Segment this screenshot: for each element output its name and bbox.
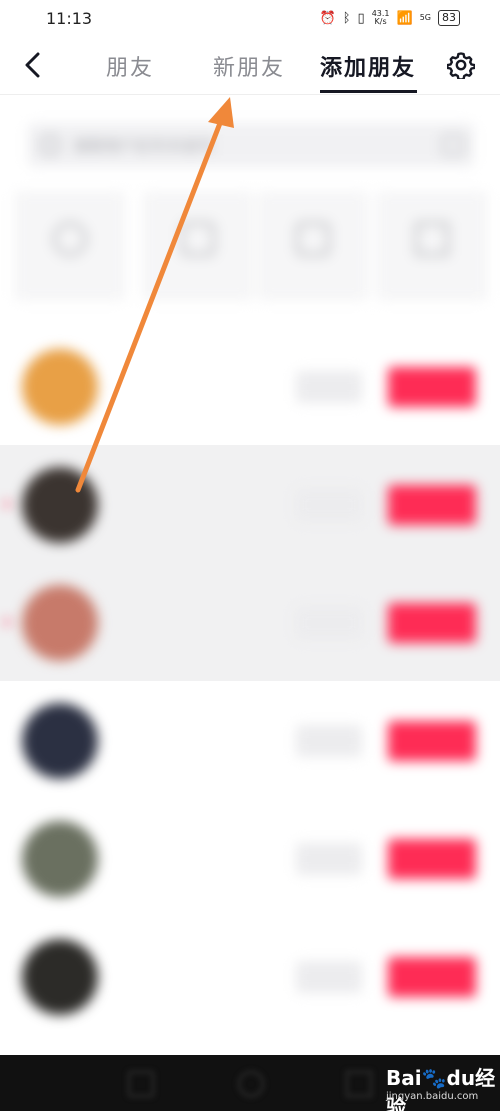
remove-button[interactable] bbox=[296, 489, 362, 521]
status-time: 11:13 bbox=[46, 8, 93, 28]
follow-button[interactable] bbox=[388, 603, 476, 643]
remove-button[interactable] bbox=[296, 607, 362, 639]
wifi-icon: 📶 bbox=[396, 10, 413, 26]
follow-button[interactable] bbox=[388, 485, 476, 525]
list-item[interactable] bbox=[0, 563, 500, 681]
watermark-url: jingyan.baidu.com bbox=[386, 1091, 479, 1102]
shortcut-scan[interactable] bbox=[376, 191, 488, 301]
shortcut-qr[interactable] bbox=[257, 191, 369, 301]
avatar[interactable] bbox=[22, 585, 98, 661]
shortcut-row bbox=[14, 191, 500, 301]
settings-button[interactable] bbox=[446, 50, 476, 80]
gear-icon bbox=[447, 52, 475, 79]
top-nav: 朋友 新朋友 添加朋友 bbox=[0, 36, 500, 95]
qr-icon bbox=[296, 222, 330, 256]
contacts-icon bbox=[181, 222, 215, 256]
remove-button[interactable] bbox=[296, 843, 362, 875]
scan-icon bbox=[415, 222, 449, 256]
add-friends-content: 搜索用户名字/抖音号 bbox=[0, 95, 500, 1055]
follow-button[interactable] bbox=[388, 839, 476, 879]
avatar[interactable] bbox=[22, 349, 98, 425]
recents-nav-icon[interactable] bbox=[346, 1071, 372, 1097]
tab-new-friends[interactable]: 新朋友 bbox=[213, 50, 285, 82]
baidu-jingyan-watermark: Bai🐾du经验 jingyan.baidu.com bbox=[382, 1058, 500, 1119]
remove-button[interactable] bbox=[296, 725, 362, 757]
alarm-icon: ⏰ bbox=[319, 10, 336, 26]
net-speed: 43.1 K/s bbox=[372, 10, 390, 26]
shortcut-contacts[interactable] bbox=[142, 191, 254, 301]
unread-dot bbox=[4, 619, 10, 625]
search-placeholder: 搜索用户名字/抖音号 bbox=[74, 136, 215, 155]
paw-icon: 🐾 bbox=[421, 1066, 447, 1090]
avatar[interactable] bbox=[22, 939, 98, 1015]
remove-button[interactable] bbox=[296, 961, 362, 993]
list-item[interactable] bbox=[0, 799, 500, 917]
active-tab-indicator bbox=[320, 90, 417, 93]
watermark-logo-a: Bai bbox=[386, 1066, 422, 1090]
signal-label: 5G bbox=[419, 13, 431, 22]
follow-button[interactable] bbox=[388, 957, 476, 997]
search-icon bbox=[40, 135, 60, 155]
search-input[interactable]: 搜索用户名字/抖音号 bbox=[28, 123, 474, 167]
follow-button[interactable] bbox=[388, 367, 476, 407]
scan-icon[interactable] bbox=[442, 135, 464, 155]
net-speed-unit: K/s bbox=[374, 17, 387, 26]
shortcut-share[interactable] bbox=[14, 191, 126, 301]
remove-button[interactable] bbox=[296, 371, 362, 403]
unread-dot bbox=[4, 501, 10, 507]
avatar[interactable] bbox=[22, 821, 98, 897]
status-icons: ⏰ ᛒ ▯ 43.1 K/s 📶 5G 83 bbox=[320, 10, 460, 26]
tab-friends[interactable]: 朋友 bbox=[106, 50, 154, 82]
suggestion-list bbox=[0, 327, 500, 1035]
follow-button[interactable] bbox=[388, 721, 476, 761]
battery-indicator: 83 bbox=[438, 10, 460, 26]
tab-add-friends[interactable]: 添加朋友 bbox=[320, 50, 416, 82]
share-icon bbox=[53, 222, 87, 256]
back-button[interactable] bbox=[18, 50, 48, 80]
list-item[interactable] bbox=[0, 917, 500, 1035]
list-item[interactable] bbox=[0, 327, 500, 445]
home-nav-icon[interactable] bbox=[238, 1071, 264, 1097]
list-item[interactable] bbox=[0, 445, 500, 563]
list-item[interactable] bbox=[0, 681, 500, 799]
vibrate-icon: ▯ bbox=[357, 10, 365, 26]
avatar[interactable] bbox=[22, 467, 98, 543]
chevron-left-icon bbox=[25, 52, 40, 78]
bluetooth-icon: ᛒ bbox=[342, 10, 351, 26]
avatar[interactable] bbox=[22, 703, 98, 779]
back-nav-icon[interactable] bbox=[128, 1071, 154, 1097]
status-bar: 11:13 ⏰ ᛒ ▯ 43.1 K/s 📶 5G 83 bbox=[0, 0, 500, 36]
watermark-logo-b: du bbox=[446, 1066, 476, 1090]
